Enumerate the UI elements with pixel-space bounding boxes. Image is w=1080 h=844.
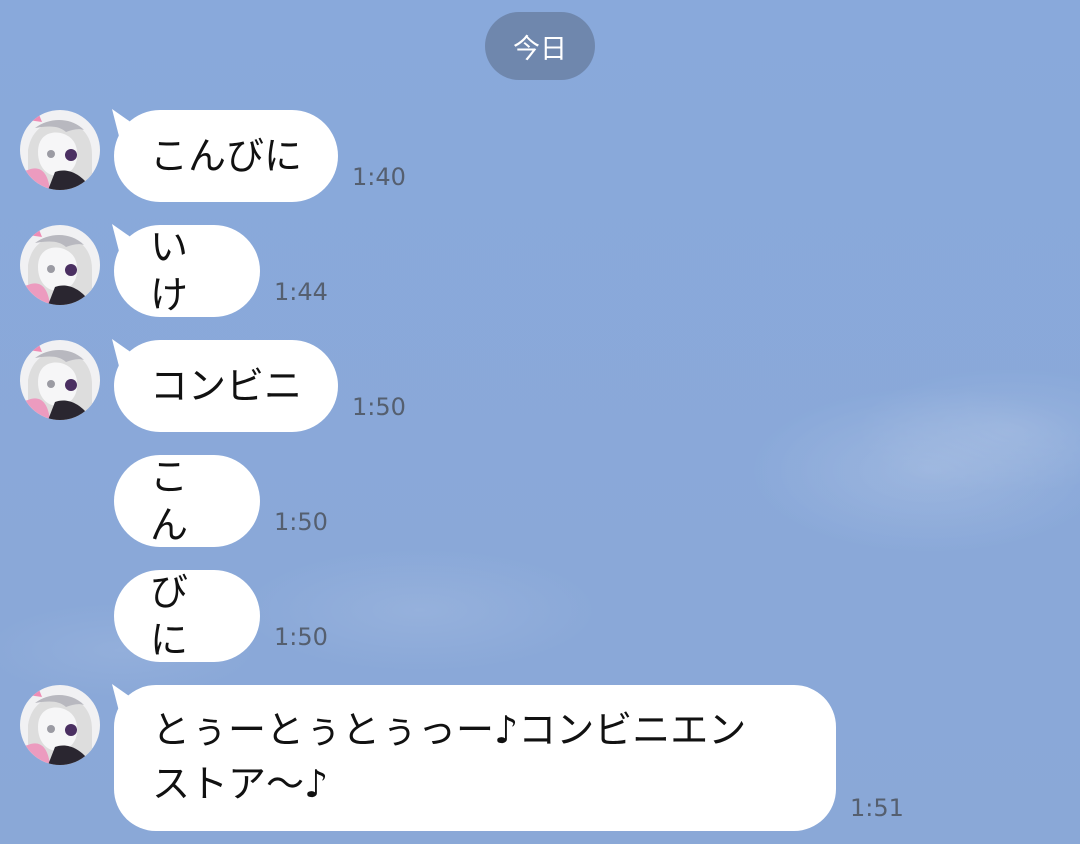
date-separator: 今日 bbox=[485, 12, 595, 80]
message-text: とぅーとぅとぅっー♪コンビニエン ストア〜♪ bbox=[152, 703, 746, 811]
message-bubble[interactable]: とぅーとぅとぅっー♪コンビニエン ストア〜♪ bbox=[114, 685, 836, 831]
message-text: いけ bbox=[150, 225, 189, 317]
message-time: 1:44 bbox=[274, 278, 328, 306]
avatar-icon[interactable] bbox=[20, 110, 100, 190]
message-time: 1:51 bbox=[850, 794, 904, 822]
message-text: こんびに bbox=[150, 134, 303, 178]
message-line-1: とぅーとぅとぅっー♪コンビニエン bbox=[152, 708, 747, 752]
avatar-icon[interactable] bbox=[20, 685, 100, 765]
date-label: 今日 bbox=[513, 33, 567, 65]
message-bubble[interactable]: いけ bbox=[114, 225, 260, 317]
message-line-2: ストア〜♪ bbox=[152, 762, 329, 806]
message-bubble[interactable]: コンビニ bbox=[114, 340, 338, 432]
avatar-icon[interactable] bbox=[20, 340, 100, 420]
message-text: コンビニ bbox=[150, 364, 303, 408]
message-text: びに bbox=[150, 570, 189, 662]
message-text: こん bbox=[150, 455, 189, 547]
message-time: 1:50 bbox=[274, 508, 328, 536]
message-bubble[interactable]: こん bbox=[114, 455, 260, 547]
message-time: 1:40 bbox=[352, 163, 406, 191]
avatar-icon[interactable] bbox=[20, 225, 100, 305]
message-time: 1:50 bbox=[274, 623, 328, 651]
message-bubble[interactable]: びに bbox=[114, 570, 260, 662]
message-time: 1:50 bbox=[352, 393, 406, 421]
message-bubble[interactable]: こんびに bbox=[114, 110, 338, 202]
